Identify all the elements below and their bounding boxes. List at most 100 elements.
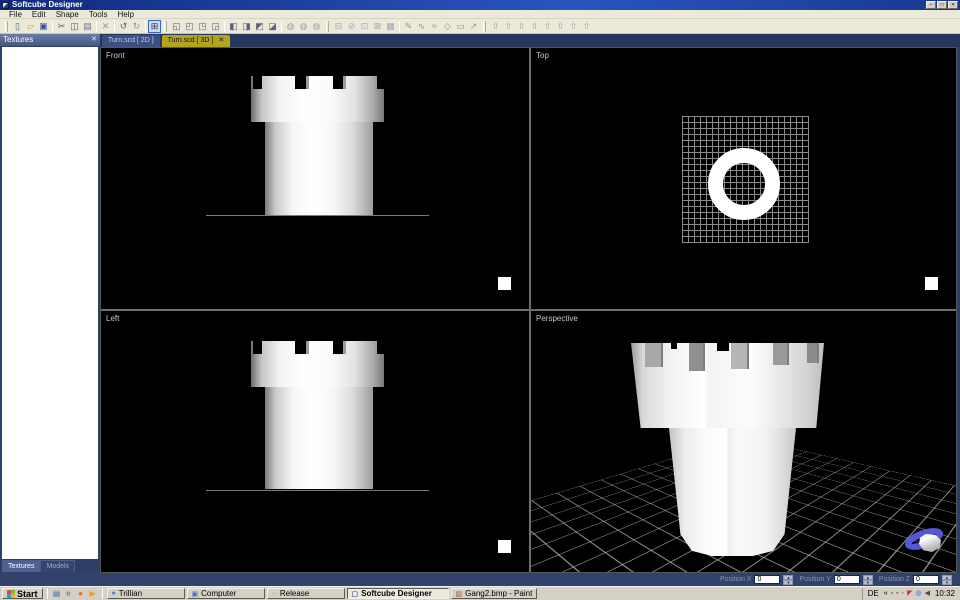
menu-tools[interactable]: Tools <box>84 10 113 19</box>
task-button-paint[interactable]: ▨ Gang2.bmp - Paint <box>451 588 537 599</box>
tray-collapse-icon[interactable]: « <box>884 588 888 600</box>
nav-arrow-icon[interactable]: ⇧ <box>515 20 528 33</box>
viewport-top[interactable]: Top <box>531 48 956 309</box>
position-z-stepper[interactable]: ▲ ▼ <box>942 575 952 585</box>
render-preview-icon[interactable]: ◍ <box>310 20 323 33</box>
task-button-softcube-designer[interactable]: ▢ Softcube Designer <box>347 588 449 599</box>
nav-arrow-icon[interactable]: ⇧ <box>502 20 515 33</box>
new-file-icon[interactable]: ▯ <box>11 20 24 33</box>
viewport-handle[interactable] <box>498 540 511 553</box>
copy-icon[interactable]: ◫ <box>68 20 81 33</box>
task-button-computer[interactable]: ▣ Computer <box>187 588 265 599</box>
textures-panel-header[interactable]: Textures <box>0 34 100 46</box>
media-player-icon[interactable]: ▶ <box>88 588 98 599</box>
tab-close-icon[interactable]: ✕ <box>218 35 224 47</box>
tile-texture-icon[interactable]: ⊡ <box>358 20 371 33</box>
menu-shape[interactable]: Shape <box>51 10 84 19</box>
line-tool-icon[interactable]: ↗ <box>467 20 480 33</box>
show-desktop-icon[interactable]: ▤ <box>52 588 62 599</box>
spinner-down-icon[interactable]: ▼ <box>863 580 873 585</box>
tray-app-icon[interactable]: ▪ <box>902 588 904 600</box>
viewport-front[interactable]: Front <box>101 48 529 309</box>
rect-tool-icon[interactable]: ▭ <box>454 20 467 33</box>
nav-arrow-icon[interactable]: ⇧ <box>567 20 580 33</box>
smooth-tool-icon[interactable]: ≈ <box>428 20 441 33</box>
stretch-texture-icon[interactable]: ⊠ <box>371 20 384 33</box>
internet-explorer-icon[interactable]: e <box>64 588 74 599</box>
antivirus-icon[interactable]: ◤ <box>907 588 912 600</box>
apply-texture-icon[interactable]: ⊟ <box>332 20 345 33</box>
edit-points-icon[interactable]: ◱ <box>170 20 183 33</box>
clock[interactable]: 10:32 <box>933 589 955 598</box>
network-icon[interactable]: ◍ <box>915 588 921 600</box>
panel-close-icon[interactable]: ✕ <box>91 34 97 46</box>
edit-faces-icon[interactable]: ◳ <box>196 20 209 33</box>
volume-icon[interactable]: ◀ <box>925 588 930 600</box>
toolbar-grip[interactable] <box>164 21 167 32</box>
remove-texture-icon[interactable]: ⊘ <box>345 20 358 33</box>
menu-edit[interactable]: Edit <box>27 10 51 19</box>
start-button[interactable]: Start <box>2 588 43 599</box>
task-label: Trillian <box>119 589 142 598</box>
save-file-icon[interactable]: ▣ <box>37 20 50 33</box>
intersect-shapes-icon[interactable]: ◩ <box>253 20 266 33</box>
union-shapes-icon[interactable]: ◧ <box>227 20 240 33</box>
menu-file[interactable]: File <box>4 10 27 19</box>
task-button-trillian[interactable]: ● Trillian <box>107 588 185 599</box>
position-x-stepper[interactable]: ▲ ▼ <box>783 575 793 585</box>
viewport-handle[interactable] <box>925 277 938 290</box>
position-y-stepper[interactable]: ▲ ▼ <box>863 575 873 585</box>
toolbar-grip[interactable] <box>483 21 486 32</box>
title-bar[interactable]: Softcube Designer – □ ✕ <box>0 0 960 10</box>
delete-icon[interactable]: ✕ <box>99 20 112 33</box>
render-preview-icon[interactable]: ◍ <box>297 20 310 33</box>
spinner-down-icon[interactable]: ▼ <box>942 580 952 585</box>
viewport-handle[interactable] <box>498 277 511 290</box>
nav-arrow-icon[interactable]: ⇧ <box>554 20 567 33</box>
divide-shapes-icon[interactable]: ◪ <box>266 20 279 33</box>
sidebar-tab-models[interactable]: Models <box>40 560 75 572</box>
edit-solids-icon[interactable]: ◲ <box>209 20 222 33</box>
minimize-icon[interactable]: – <box>926 1 936 9</box>
task-label: Computer <box>201 589 236 598</box>
paste-icon[interactable]: ▤ <box>81 20 94 33</box>
viewport-left[interactable]: Left <box>101 311 529 572</box>
curve-tool-icon[interactable]: ∿ <box>415 20 428 33</box>
subtract-shapes-icon[interactable]: ◨ <box>240 20 253 33</box>
nav-arrow-icon[interactable]: ⇧ <box>580 20 593 33</box>
tab-turn-2d[interactable]: Turn.scd [ 2D ] <box>102 35 160 47</box>
open-file-icon[interactable]: ▱ <box>24 20 37 33</box>
tray-app-icon[interactable]: ▪ <box>896 588 898 600</box>
menu-help[interactable]: Help <box>113 10 139 19</box>
language-indicator[interactable]: DE <box>866 589 881 598</box>
toolbar-grip[interactable] <box>5 21 8 32</box>
nav-arrow-icon[interactable]: ⇧ <box>528 20 541 33</box>
close-icon[interactable]: ✕ <box>948 1 958 9</box>
draw-tool-icon[interactable]: ✎ <box>402 20 415 33</box>
toolbar-separator <box>52 21 53 32</box>
cut-icon[interactable]: ✂ <box>55 20 68 33</box>
spinner-down-icon[interactable]: ▼ <box>783 580 793 585</box>
textures-list-area[interactable] <box>2 47 98 559</box>
computer-icon: ▣ <box>192 590 199 598</box>
firefox-icon[interactable]: ● <box>76 588 86 599</box>
position-y-input[interactable]: 0 <box>834 575 860 584</box>
nav-arrow-icon[interactable]: ⇧ <box>489 20 502 33</box>
render-preview-icon[interactable]: ◍ <box>284 20 297 33</box>
four-viewport-layout-icon[interactable]: ⊞ <box>148 20 161 33</box>
edit-edges-icon[interactable]: ◰ <box>183 20 196 33</box>
tab-turn-3d[interactable]: Turn.scd [ 3D ] ✕ <box>162 35 231 47</box>
point-tool-icon[interactable]: ◇ <box>441 20 454 33</box>
undo-icon[interactable]: ↺ <box>117 20 130 33</box>
viewport-perspective[interactable]: Perspective <box>531 311 956 572</box>
nav-arrow-icon[interactable]: ⇧ <box>541 20 554 33</box>
redo-icon[interactable]: ↻ <box>130 20 143 33</box>
position-z-input[interactable]: 0 <box>913 575 939 584</box>
task-button-release[interactable]: ▱ Release <box>267 588 345 599</box>
texture-grid-icon[interactable]: ▦ <box>384 20 397 33</box>
toolbar-grip[interactable] <box>326 21 329 32</box>
position-x-input[interactable]: 0 <box>754 575 780 584</box>
sidebar-tab-textures[interactable]: Textures <box>2 560 40 572</box>
tray-app-icon[interactable]: ▪ <box>891 588 893 600</box>
maximize-icon[interactable]: □ <box>937 1 947 9</box>
